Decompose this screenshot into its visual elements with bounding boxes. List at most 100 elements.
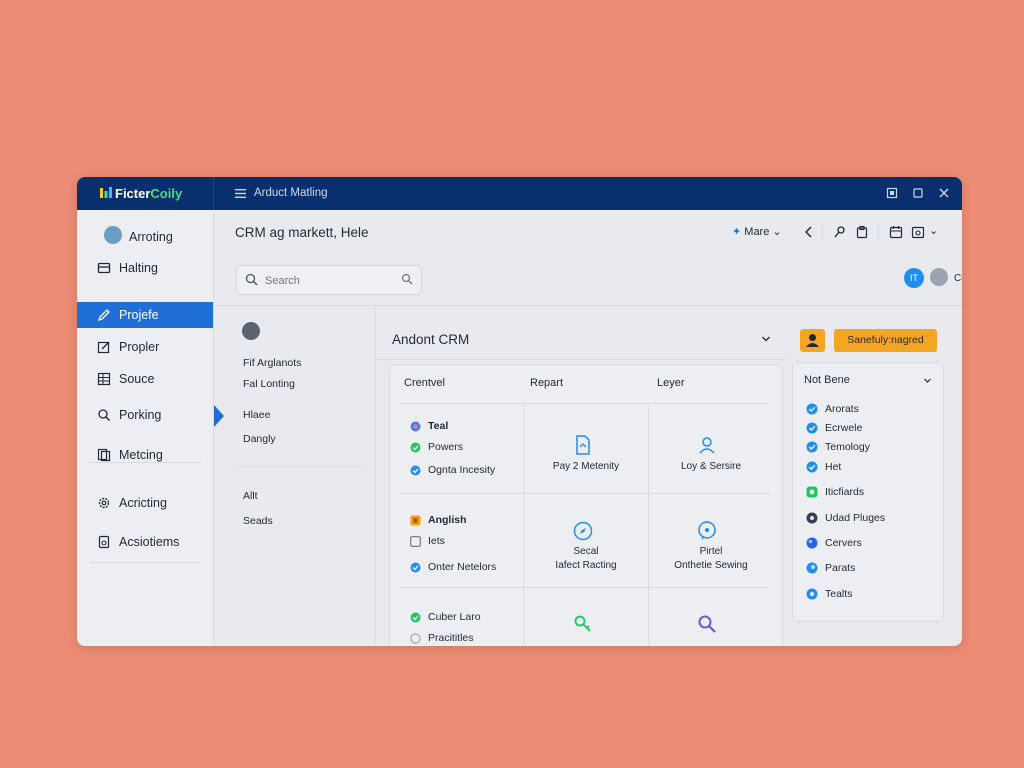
person-search-icon	[98, 409, 110, 421]
sidebar-item-acsiotiems[interactable]: Acsiotiems	[77, 529, 213, 555]
checkbox-icon	[410, 633, 421, 644]
grid-divider	[523, 405, 524, 646]
calendar-icon[interactable]	[889, 225, 903, 239]
pencil-icon	[97, 309, 110, 322]
sidebar-item-porking[interactable]: Porking	[77, 402, 213, 428]
notes-item-label: Parats	[825, 562, 856, 574]
tab-repart[interactable]: Repart	[530, 377, 563, 389]
user-badge-icon[interactable]	[800, 329, 825, 352]
filter-item[interactable]: Fif Arglanots	[243, 357, 301, 369]
more-label: Mare	[744, 226, 770, 238]
edit-icon	[97, 341, 110, 354]
sidebar-item-projefe[interactable]: Projefe	[77, 302, 213, 328]
logo-icon	[100, 187, 112, 198]
app-window: FicterCoily Arduct Matling Arroting Halt…	[77, 177, 962, 646]
green-square-icon	[806, 486, 818, 498]
compass-icon	[573, 521, 593, 541]
pin-icon[interactable]	[833, 225, 847, 239]
brand-logo[interactable]: FicterCoily	[100, 186, 182, 201]
list-item-label: Powers	[428, 441, 464, 453]
chevron-down-icon[interactable]: ⌄	[929, 224, 938, 237]
blue-dot-icon	[806, 562, 818, 574]
list-icon	[97, 262, 111, 274]
close-icon[interactable]	[937, 186, 951, 200]
sparkle-icon: ✦	[732, 226, 742, 238]
person-icon	[806, 334, 819, 347]
avatar[interactable]	[242, 322, 260, 340]
globe-icon	[410, 421, 421, 432]
restore-window-icon[interactable]	[885, 186, 899, 200]
sidebar-item-metcing[interactable]: Metcing	[77, 442, 213, 468]
search-icon	[245, 273, 258, 286]
sidebar-divider	[89, 462, 201, 463]
calendar-settings-icon[interactable]	[911, 225, 925, 239]
sidebar-item-souce[interactable]: Souce	[77, 366, 213, 392]
checkbox-icon	[410, 536, 421, 547]
toolbar-divider	[878, 224, 879, 240]
list-item-label: Cuber Laro	[428, 611, 481, 623]
sidebar-item-label: Acsiotiems	[119, 535, 180, 549]
sidebar-item-propler[interactable]: Propler	[77, 334, 213, 360]
sidebar-item-halting[interactable]: Halting	[77, 255, 213, 281]
sidebar-item-label: Porking	[119, 408, 162, 422]
search-input[interactable]	[263, 271, 397, 291]
sidebar-item-label: Souce	[119, 372, 155, 386]
panel-divider	[375, 359, 787, 360]
user-name[interactable]: Coifiet	[954, 273, 962, 284]
cell-label-line: Onthetie Sewing	[674, 560, 748, 571]
chevron-down-icon[interactable]	[761, 334, 771, 344]
sidebar-divider	[89, 562, 201, 563]
avatar[interactable]	[930, 268, 948, 286]
flag-icon	[410, 515, 421, 526]
notes-item-label: Temology	[825, 441, 870, 453]
filter-item[interactable]: Seads	[243, 515, 273, 527]
check-circle-icon	[410, 612, 421, 623]
tab-crentvel[interactable]: Crentvel	[404, 377, 445, 389]
chevron-down-icon[interactable]	[923, 376, 932, 385]
clipboard-icon[interactable]	[855, 225, 869, 239]
search-submit-icon[interactable]	[401, 273, 413, 285]
cell-label[interactable]: Secal Iafect Racting	[524, 545, 648, 573]
sidebar-item-label: Acricting	[119, 496, 167, 510]
copy-icon	[97, 448, 111, 462]
list-item-label: Iets	[428, 535, 445, 547]
filter-item[interactable]: Hlaee	[243, 409, 270, 421]
hamburger-menu-icon[interactable]	[235, 188, 246, 199]
check-circle-icon	[410, 562, 421, 573]
maximize-window-icon[interactable]	[911, 186, 925, 200]
sidebar-item-label: Projefe	[119, 308, 159, 322]
list-item-label: Onter Netelors	[428, 561, 497, 573]
chevron-down-icon: ⌄	[772, 226, 782, 238]
sidebar: Arroting Halting Projefe Propler Souce P…	[77, 210, 214, 646]
notes-title[interactable]: Not Bene	[804, 374, 850, 386]
grid-divider	[400, 403, 770, 404]
cell-label[interactable]: Pirtel Onthetie Sewing	[649, 545, 773, 573]
people-icon	[699, 437, 715, 454]
blue-dot-icon	[806, 588, 818, 600]
filter-item[interactable]: Dangly	[243, 433, 276, 445]
cell-label[interactable]: Pay 2 Metenity	[524, 460, 648, 474]
sidebar-item-label: Propler	[119, 340, 160, 354]
cell-label-line: Pirtel	[699, 546, 723, 557]
more-dropdown[interactable]: ✦ Mare ⌄	[732, 225, 782, 238]
status-badge[interactable]: Sanefuly:nagred	[834, 329, 937, 352]
sidebar-item-label: Arroting	[129, 230, 173, 244]
sidebar-item-account[interactable]: Arroting	[77, 222, 213, 248]
user-initials-avatar[interactable]: IT	[904, 268, 924, 288]
user-avatar	[104, 226, 122, 244]
filter-item[interactable]: Fal Lonting	[243, 378, 295, 390]
crm-grid: Crentvel Repart Leyer Teal Powers Ognta …	[389, 364, 783, 646]
crm-panel: Andont CRM Crentvel Repart Leyer Teal Po…	[375, 306, 787, 646]
cell-label-line: Secal	[573, 546, 599, 557]
document-icon	[98, 535, 110, 549]
brand-name-part1: Ficter	[115, 186, 151, 201]
check-circle-icon	[806, 403, 818, 415]
notes-item-label: Iticfiards	[825, 486, 865, 498]
cell-label-line: Iafect Racting	[555, 560, 617, 571]
filter-item[interactable]: Allt	[243, 490, 258, 502]
cell-label[interactable]: Loy & Sersire	[649, 460, 773, 474]
back-arrow-icon[interactable]	[802, 225, 816, 239]
search-bar[interactable]	[236, 265, 422, 295]
sidebar-item-acricting[interactable]: Acricting	[77, 490, 213, 516]
tab-leyer[interactable]: Leyer	[657, 377, 685, 389]
